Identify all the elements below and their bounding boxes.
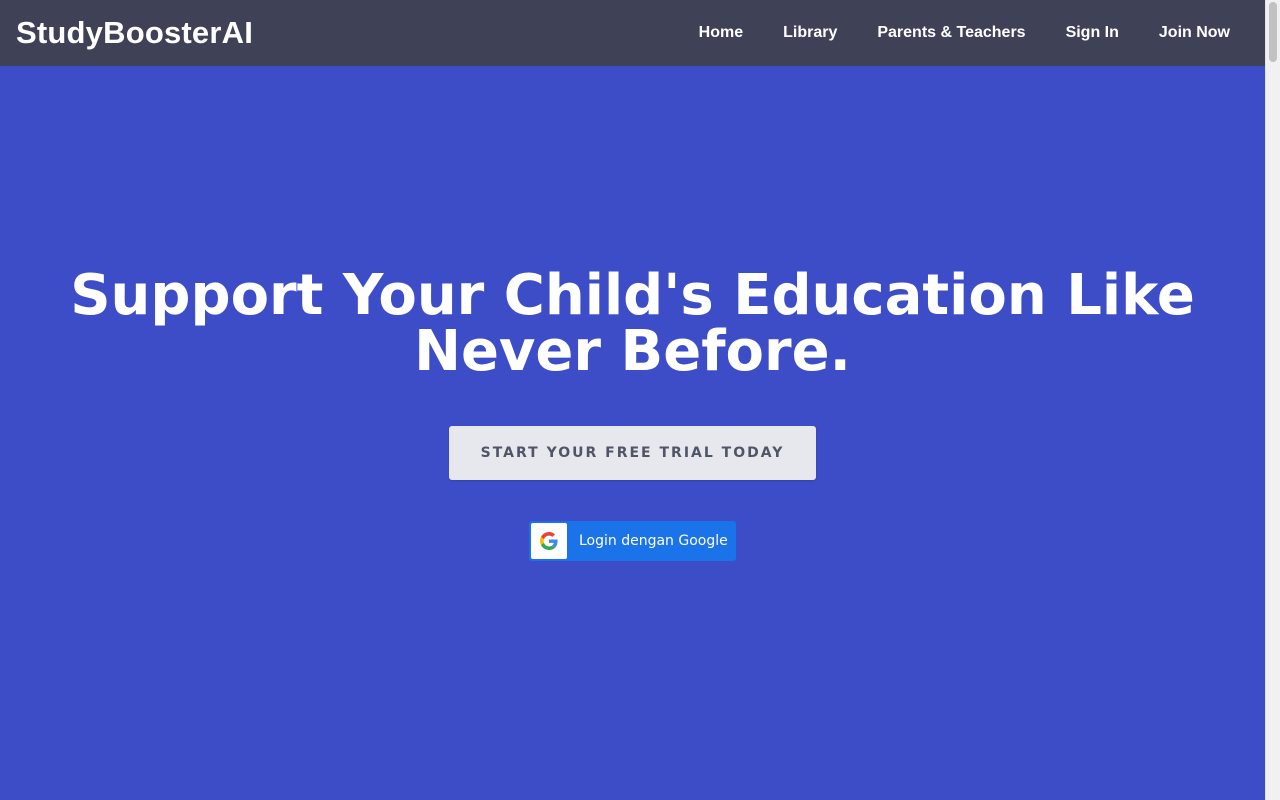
- page: StudyBoosterAI Home Library Parents & Te…: [0, 0, 1280, 800]
- nav-link-library[interactable]: Library: [783, 24, 837, 42]
- navbar: StudyBoosterAI Home Library Parents & Te…: [0, 0, 1265, 66]
- vertical-scrollbar[interactable]: [1265, 0, 1280, 800]
- start-free-trial-button[interactable]: START YOUR FREE TRIAL TODAY: [449, 426, 816, 480]
- hero-headline: Support Your Child's Education Like Never…: [0, 268, 1265, 380]
- google-icon-container: [531, 523, 567, 559]
- scrollbar-thumb[interactable]: [1269, 2, 1277, 62]
- nav-link-join-now[interactable]: Join Now: [1159, 24, 1230, 42]
- brand-logo[interactable]: StudyBoosterAI: [16, 15, 253, 51]
- nav-link-sign-in[interactable]: Sign In: [1066, 24, 1119, 42]
- google-login-button[interactable]: Login dengan Google: [529, 521, 736, 561]
- google-g-icon: [540, 532, 558, 550]
- google-login-label: Login dengan Google: [579, 533, 728, 549]
- nav-link-parents-teachers[interactable]: Parents & Teachers: [877, 24, 1025, 42]
- hero-headline-line2: Never Before.: [414, 319, 851, 384]
- hero-section: Support Your Child's Education Like Never…: [0, 66, 1265, 800]
- nav-links: Home Library Parents & Teachers Sign In …: [659, 24, 1230, 42]
- nav-link-home[interactable]: Home: [699, 24, 743, 42]
